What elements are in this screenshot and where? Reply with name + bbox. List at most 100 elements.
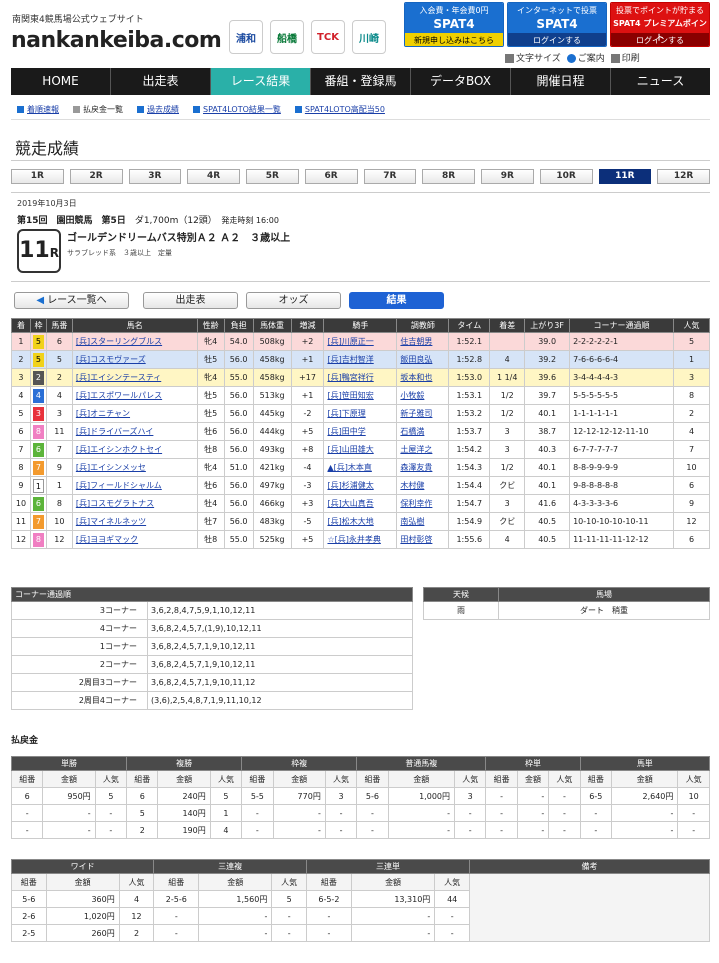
results-cell[interactable]: [兵]下原理: [323, 404, 398, 423]
payout-subheader-cell: 組番: [579, 770, 613, 788]
back-to-race-list-button[interactable]: ◀ レース一覧へ: [14, 292, 129, 309]
nav-entries[interactable]: 出走表: [111, 68, 211, 95]
results-cell[interactable]: 木村健: [396, 476, 450, 495]
results-cell[interactable]: 坂本和也: [396, 368, 450, 387]
results-cell[interactable]: [兵]ドライバーズハイ: [71, 422, 198, 441]
results-header-cell: タイム: [448, 318, 491, 333]
spat4-premium-banner[interactable]: 投票でポイントが貯まるSPAT4 プレミアムポイント ログインする: [610, 2, 710, 47]
funabashi-logo-icon[interactable]: 船橋: [270, 20, 304, 54]
odds-button[interactable]: オッズ: [246, 292, 341, 309]
payout-subheader-cell: 人気: [209, 770, 243, 788]
results-cell[interactable]: [兵]松木大地: [323, 512, 398, 531]
payout-cell: 2: [118, 924, 155, 942]
nav-race-results[interactable]: レース結果: [211, 68, 311, 95]
results-cell[interactable]: [兵]コスモヴァーズ: [71, 350, 198, 369]
payout-cell: 950円: [42, 787, 96, 805]
results-cell[interactable]: 森澤友貴: [396, 458, 450, 477]
results-cell[interactable]: ☆[兵]永井孝典: [323, 530, 398, 549]
race-tab-6[interactable]: 6R: [304, 169, 358, 184]
payout-cell: -: [42, 821, 96, 839]
race-tab-10[interactable]: 10R: [539, 169, 593, 184]
results-cell[interactable]: [兵]杉浦健太: [323, 476, 398, 495]
results-cell[interactable]: [兵]大山真吾: [323, 494, 398, 513]
entries-button[interactable]: 出走表: [143, 292, 238, 309]
table-row: - - -5 140円 1- - - - - - - - - - - -: [10, 804, 710, 822]
nav-databox[interactable]: データBOX: [411, 68, 511, 95]
nav-schedule[interactable]: 開催日程: [511, 68, 611, 95]
results-cell[interactable]: 保利幸作: [396, 494, 450, 513]
main-nav: HOME 出走表 レース結果 番組・登録馬 データBOX 開催日程 ニュース: [11, 68, 710, 95]
results-cell[interactable]: 田村彰啓: [396, 530, 450, 549]
payout-cell: -: [241, 821, 274, 839]
results-cell[interactable]: 土屋洋之: [396, 440, 450, 459]
results-cell[interactable]: 新子雅司: [396, 404, 450, 423]
results-cell: 牡6: [196, 422, 225, 441]
results-cell: 1: [672, 350, 711, 369]
results-cell[interactable]: 南弘樹: [396, 512, 450, 531]
results-cell[interactable]: 住吉朝男: [396, 332, 450, 351]
results-cell[interactable]: [兵]ヨヨギマック: [71, 530, 198, 549]
race-tab-1[interactable]: 1R: [11, 169, 64, 184]
font-size-control[interactable]: 文字サイズ: [505, 51, 561, 64]
results-cell[interactable]: ▲[兵]木本直: [323, 458, 398, 477]
results-cell[interactable]: [兵]吉村智洋: [323, 350, 398, 369]
kawasaki-logo-icon[interactable]: 川崎: [352, 20, 386, 54]
tck-logo-icon[interactable]: TCK: [311, 20, 345, 54]
corner-order-title: コーナー通過順: [11, 587, 413, 602]
results-cell: 1 1/4: [489, 368, 526, 387]
nav-home[interactable]: HOME: [11, 68, 111, 95]
results-cell[interactable]: [兵]鴨宮祥行: [323, 368, 398, 387]
race-tab-9[interactable]: 9R: [481, 169, 534, 184]
results-cell[interactable]: [兵]エイシンメッセ: [71, 458, 198, 477]
race-tab-2[interactable]: 2R: [69, 169, 123, 184]
nav-news[interactable]: ニュース: [611, 68, 710, 95]
subnav-loto-results[interactable]: SPAT4LOTO結果一覧: [193, 104, 281, 115]
race-tab-5[interactable]: 5R: [246, 169, 299, 184]
results-cell: 2: [672, 404, 711, 423]
results-cell[interactable]: [兵]スターリングブルス: [71, 332, 198, 351]
urawa-logo-icon[interactable]: 浦和: [229, 20, 263, 54]
payout-cell: -: [516, 787, 550, 805]
subnav-loto-high[interactable]: SPAT4LOTO高配当50: [294, 104, 385, 115]
results-cell[interactable]: 石橋満: [396, 422, 450, 441]
results-cell[interactable]: [兵]オニチャン: [71, 404, 198, 423]
results-button[interactable]: 結果: [349, 292, 444, 309]
results-header-cell: 人気: [672, 318, 711, 333]
results-cell: 8: [45, 494, 73, 513]
results-cell[interactable]: [兵]エイシンテースティ: [71, 368, 198, 387]
subnav-payouts[interactable]: 払戻金一覧: [73, 104, 123, 115]
results-cell: 40.3: [524, 440, 571, 459]
spat4-login-banner[interactable]: インターネットで投票 SPAT4 ログインする: [507, 2, 607, 47]
site-logo[interactable]: nankankeiba.com: [11, 28, 222, 53]
results-cell: 493kg: [252, 440, 292, 459]
race-tab-12[interactable]: 12R: [657, 169, 710, 184]
race-tab-3[interactable]: 3R: [128, 169, 182, 184]
table-row: 2周目3コーナー 3,6,8,2,4,5,7,1,9,10,11,12: [11, 673, 413, 692]
results-cell[interactable]: [兵]山田雄大: [323, 440, 398, 459]
guide-link[interactable]: ご案内: [566, 51, 605, 64]
results-cell[interactable]: 小牧毅: [396, 386, 450, 405]
table-row: 2周目4コーナー (3,6),2,5,4,8,7,1,9,11,10,12: [11, 691, 413, 710]
results-cell[interactable]: [兵]コスモグラトナス: [71, 494, 198, 513]
payout-cell: -: [272, 804, 326, 822]
spat4-signup-banner[interactable]: 入会費・年会費0円 SPAT4 新規申し込みはこちら: [404, 2, 504, 47]
subnav-flash-results[interactable]: 着順速報: [17, 104, 59, 115]
subnav-past-results[interactable]: 過去成績: [137, 104, 179, 115]
race-tab-4[interactable]: 4R: [187, 169, 240, 184]
nav-programs[interactable]: 番組・登録馬: [311, 68, 411, 95]
print-link[interactable]: 印刷: [610, 51, 640, 64]
waku-badge: 1: [32, 478, 44, 493]
results-cell[interactable]: 飯田良弘: [396, 350, 450, 369]
weather-table: 天候 馬場 雨ダート 稍重: [423, 587, 710, 620]
results-cell[interactable]: [兵]川原正一: [323, 332, 398, 351]
race-tab-11[interactable]: 11R: [598, 169, 652, 184]
results-cell[interactable]: [兵]マイネルネッツ: [71, 512, 198, 531]
results-cell[interactable]: [兵]エスポワールパレス: [71, 386, 198, 405]
payout-cell: -: [434, 924, 470, 942]
race-tab-7[interactable]: 7R: [363, 169, 417, 184]
results-cell[interactable]: [兵]笹田知宏: [323, 386, 398, 405]
results-cell[interactable]: [兵]田中学: [323, 422, 398, 441]
results-cell[interactable]: [兵]フィールドシャルム: [71, 476, 198, 495]
results-cell[interactable]: [兵]エイシンホクトセイ: [71, 440, 198, 459]
race-tab-8[interactable]: 8R: [422, 169, 475, 184]
